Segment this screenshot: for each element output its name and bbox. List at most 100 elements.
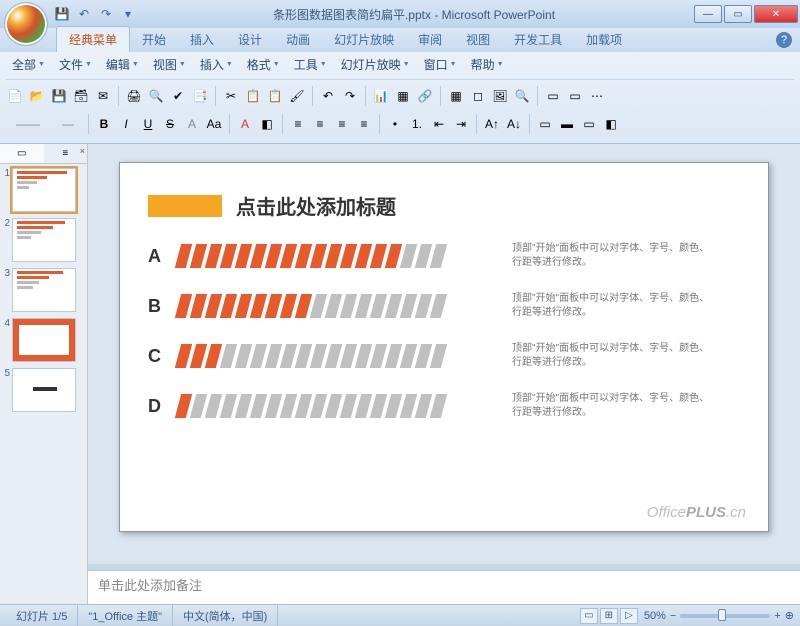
align-right-icon[interactable]: ≡ [333,115,351,133]
shape-fill-icon[interactable]: ▬ [558,115,576,133]
zoom-in-icon[interactable]: + [774,610,780,622]
save-icon[interactable]: 💾 [50,87,68,105]
save-icon[interactable]: 💾 [54,6,70,22]
tab-home[interactable]: 开始 [130,27,178,52]
menu-help[interactable]: 帮助▼ [465,54,510,75]
menu-window[interactable]: 窗口▼ [418,54,463,75]
slide-counter[interactable]: 幻灯片 1/5 [6,605,78,626]
grow-icon[interactable]: A↑ [483,115,501,133]
redo-icon[interactable]: ↷ [341,87,359,105]
tab-design[interactable]: 设计 [226,27,274,52]
minimize-button[interactable]: — [694,5,722,23]
thumbnail-5[interactable]: 5 [2,368,85,412]
spell-icon[interactable]: ✔ [169,87,187,105]
research-icon[interactable]: 📑 [191,87,209,105]
more-icon[interactable]: ⋯ [588,87,606,105]
zoom-icon[interactable]: 🔍 [513,87,531,105]
open-icon[interactable]: 📂 [28,87,46,105]
font-icon[interactable]: —— [6,115,50,133]
mail-icon[interactable]: ✉ [94,87,112,105]
redo-icon[interactable]: ↷ [98,6,114,22]
tab-slides[interactable]: ▭ [0,144,44,163]
new-icon[interactable]: 📄 [6,87,24,105]
language[interactable]: 中文(简体，中国) [173,605,278,626]
italic-icon[interactable]: I [117,115,135,133]
close-panel-icon[interactable]: × [80,146,85,156]
fit-icon[interactable]: ⊕ [785,609,794,622]
slideshow-view-icon[interactable]: ▷ [620,608,638,624]
newslide-icon[interactable]: ▭ [544,87,562,105]
paste-icon[interactable]: 📋 [266,87,284,105]
fontcolor-icon[interactable]: A [236,115,254,133]
align-left-icon[interactable]: ≡ [289,115,307,133]
bar-row-a[interactable]: A顶部"开始"面板中可以对字体、字号、颜色、行距等进行修改。 [148,242,740,270]
menu-insert[interactable]: 插入▼ [194,54,239,75]
align-center-icon[interactable]: ≡ [311,115,329,133]
slide[interactable]: 点击此处添加标题 A顶部"开始"面板中可以对字体、字号、颜色、行距等进行修改。 B… [119,162,769,532]
help-icon[interactable]: ? [776,32,792,48]
tab-addins[interactable]: 加载项 [574,27,634,52]
bar-row-b[interactable]: B顶部"开始"面板中可以对字体、字号、颜色、行距等进行修改。 [148,292,740,320]
thumbnail-3[interactable]: 3 [2,268,85,312]
format-painter-icon[interactable]: 🖌 [288,87,306,105]
copy-icon[interactable]: 📋 [244,87,262,105]
tab-animation[interactable]: 动画 [274,27,322,52]
menu-view[interactable]: 视图▼ [147,54,192,75]
tab-view[interactable]: 视图 [454,27,502,52]
hyperlink-icon[interactable]: 🔗 [416,87,434,105]
menu-slideshow[interactable]: 幻灯片放映▼ [335,54,416,75]
zoom-handle[interactable] [718,609,726,621]
theme-name[interactable]: "1_Office 主题" [78,605,173,626]
indent-dec-icon[interactable]: ⇤ [430,115,448,133]
shape-outline-icon[interactable]: ▭ [580,115,598,133]
strike-icon[interactable]: S [161,115,179,133]
menu-file[interactable]: 文件▼ [53,54,98,75]
menu-edit[interactable]: 编辑▼ [100,54,145,75]
bold-icon[interactable]: B [95,115,113,133]
shadow-icon[interactable]: A [183,115,201,133]
close-button[interactable]: ✕ [754,5,798,23]
chart-icon[interactable]: 📊 [372,87,390,105]
tables-icon[interactable]: ▦ [447,87,465,105]
justify-icon[interactable]: ≡ [355,115,373,133]
arrange-icon[interactable]: ◧ [602,115,620,133]
shrink-icon[interactable]: A↓ [505,115,523,133]
tab-outline[interactable]: ≡× [44,144,88,163]
office-button[interactable] [4,2,48,46]
preview-icon[interactable]: 🔍 [147,87,165,105]
slide-title[interactable]: 点击此处添加标题 [236,191,396,220]
numbering-icon[interactable]: 1. [408,115,426,133]
menu-tools[interactable]: 工具▼ [288,54,333,75]
table-icon[interactable]: ▦ [394,87,412,105]
indent-inc-icon[interactable]: ⇥ [452,115,470,133]
zoom-slider[interactable] [680,614,770,618]
qat-more-icon[interactable]: ▾ [120,6,136,22]
size-icon[interactable]: — [54,115,82,133]
tab-classic-menu[interactable]: 经典菜单 [56,26,130,52]
tab-insert[interactable]: 插入 [178,27,226,52]
bullets-icon[interactable]: • [386,115,404,133]
sorter-view-icon[interactable]: ⊞ [600,608,618,624]
menu-all[interactable]: 全部▼ [6,54,51,75]
saveas-icon[interactable]: 🗃 [72,87,90,105]
case-icon[interactable]: Aa [205,115,223,133]
highlight-icon[interactable]: ◧ [258,115,276,133]
undo-icon[interactable]: ↶ [76,6,92,22]
menu-format[interactable]: 格式▼ [241,54,286,75]
zoom-out-icon[interactable]: − [670,610,676,622]
bar-row-d[interactable]: D顶部"开始"面板中可以对字体、字号、颜色、行距等进行修改。 [148,392,740,420]
slide-canvas[interactable]: 点击此处添加标题 A顶部"开始"面板中可以对字体、字号、颜色、行距等进行修改。 B… [88,144,800,564]
underline-icon[interactable]: U [139,115,157,133]
thumbnail-1[interactable]: 1 [2,168,85,212]
shape-rect-icon[interactable]: ▭ [536,115,554,133]
bar-row-c[interactable]: C顶部"开始"面板中可以对字体、字号、颜色、行距等进行修改。 [148,342,740,370]
print-icon[interactable]: 🖨 [125,87,143,105]
tab-review[interactable]: 审阅 [406,27,454,52]
undo-icon[interactable]: ↶ [319,87,337,105]
layout-icon[interactable]: ▭ [566,87,584,105]
tab-slideshow[interactable]: 幻灯片放映 [322,27,406,52]
notes-pane[interactable]: 单击此处添加备注 [88,570,800,604]
tab-developer[interactable]: 开发工具 [502,27,574,52]
thumbnail-2[interactable]: 2 [2,218,85,262]
normal-view-icon[interactable]: ▭ [580,608,598,624]
